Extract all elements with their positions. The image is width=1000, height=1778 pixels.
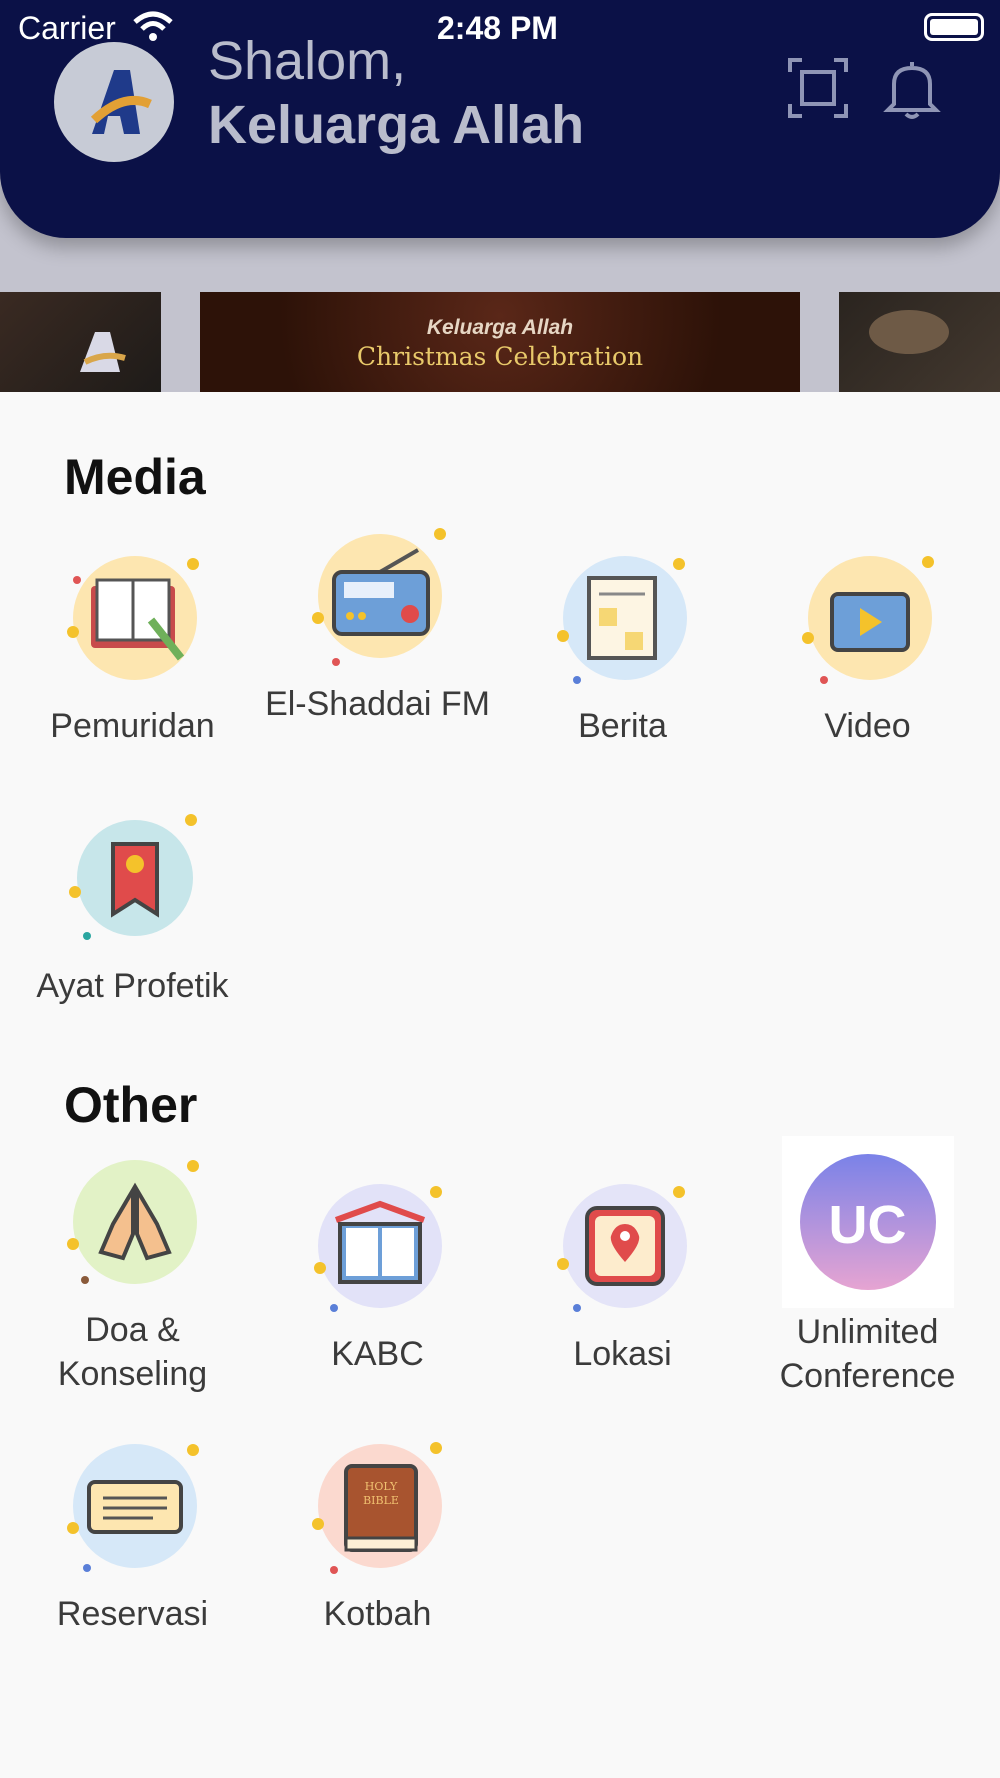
menu-item-el-shaddai-fm[interactable]: El-Shaddai FM (255, 528, 500, 726)
menu-label: Video (824, 707, 911, 745)
section-title-media: Media (64, 449, 206, 505)
menu-label: Berita (578, 707, 667, 745)
menu-item-unlimited-conference[interactable]: UC Unlimited Conference (745, 1136, 990, 1398)
app-logo[interactable] (54, 42, 174, 162)
newspaper-icon (553, 550, 693, 690)
menu-label: El-Shaddai FM (265, 685, 490, 723)
uc-logo-icon: UC (781, 1136, 954, 1308)
menu-label: Doa & Konseling (57, 1311, 208, 1393)
menu-label: KABC (331, 1335, 424, 1373)
menu-item-video[interactable]: Video (745, 550, 990, 748)
bookmark-icon (63, 810, 203, 950)
carrier-label: Carrier (18, 10, 116, 46)
video-play-icon (798, 550, 938, 690)
menu-label: Unlimited Conference (779, 1313, 956, 1395)
menu-item-lokasi[interactable]: Lokasi (500, 1178, 745, 1376)
user-name: Keluarga Allah (208, 95, 585, 155)
banner-left[interactable] (0, 292, 161, 392)
menu-item-ayat-profetik[interactable]: Ayat Profetik (10, 810, 255, 1008)
time-label: 2:48 PM (437, 10, 558, 46)
menu-item-kabc[interactable]: KABC (255, 1178, 500, 1376)
svg-text:BIBLE: BIBLE (363, 1494, 399, 1507)
ticket-icon (63, 1438, 203, 1578)
svg-text:HOLY: HOLY (364, 1480, 397, 1493)
menu-item-reservasi[interactable]: Reservasi (10, 1438, 255, 1636)
bell-icon[interactable] (880, 56, 944, 120)
banner-right[interactable] (839, 292, 1000, 392)
location-pin-icon (553, 1178, 693, 1318)
menu-item-doa-konseling[interactable]: Doa & Konseling (10, 1154, 255, 1396)
menu-item-pemuridan[interactable]: Pemuridan (10, 550, 255, 748)
praying-hands-icon (63, 1154, 203, 1294)
radio-icon (308, 528, 448, 668)
scan-icon[interactable] (786, 56, 850, 120)
uc-badge-text: UC (828, 1195, 907, 1255)
menu-label: Lokasi (573, 1335, 672, 1373)
section-title-other: Other (64, 1077, 198, 1133)
header-area: Keluarga Allah Christmas Celebration Car… (0, 0, 1000, 392)
status-bar: Carrier 2:48 PM (0, 0, 1000, 54)
book-pencil-icon (63, 550, 203, 690)
wifi-icon (131, 10, 175, 50)
menu-label: Pemuridan (50, 707, 215, 745)
greeting-text: Shalom, (208, 31, 407, 91)
menu-label: Ayat Profetik (36, 967, 229, 1005)
banner-line1: Keluarga Allah (426, 316, 574, 339)
menu-label: Reservasi (56, 1595, 209, 1633)
banner-christmas[interactable]: Keluarga Allah Christmas Celebration (200, 292, 800, 392)
menu-item-berita[interactable]: Berita (500, 550, 745, 748)
menu-item-kotbah[interactable]: HOLY BIBLE Kotbah (255, 1438, 500, 1636)
open-book-icon (308, 1178, 448, 1318)
battery-icon (924, 13, 984, 41)
holy-bible-icon: HOLY BIBLE (308, 1438, 448, 1578)
menu-label: Kotbah (323, 1595, 432, 1633)
banner-line2: Christmas Celebration (356, 342, 644, 371)
menu-sheet: Media Pemuridan El-Shaddai FM Berita Vid… (0, 392, 1000, 1778)
